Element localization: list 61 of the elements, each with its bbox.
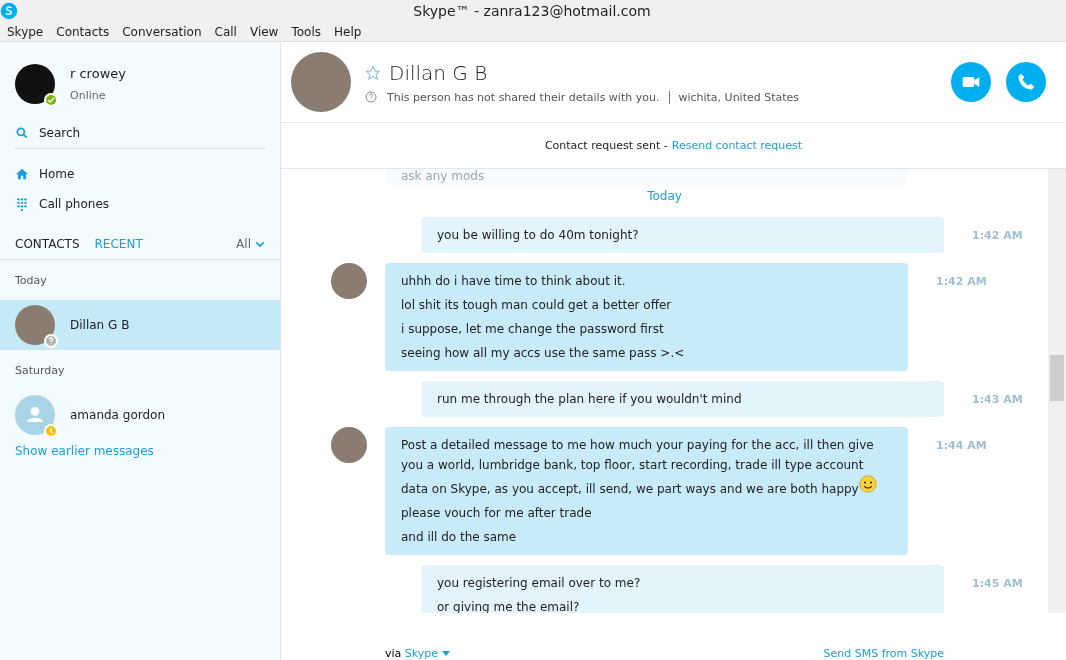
- menu-item[interactable]: View: [249, 24, 279, 39]
- message-time: 1:45 AM: [972, 577, 1023, 590]
- caret-icon: [441, 651, 450, 657]
- search-item[interactable]: Search: [0, 118, 280, 148]
- tab[interactable]: CONTACTS: [15, 237, 80, 251]
- message-text: you registering email over to me?: [437, 575, 641, 592]
- message-text: uhhh do i have time to think about it.: [401, 273, 626, 290]
- scrollbar[interactable]: [1048, 169, 1066, 613]
- skype-logo-icon: [0, 2, 18, 20]
- request-status: Contact request sent -: [544, 139, 668, 152]
- video-call-button[interactable]: [951, 62, 991, 102]
- phone-icon: [1016, 72, 1036, 92]
- message-text: and ill do the same: [401, 529, 517, 546]
- contact-row[interactable]: Dillan G B: [0, 300, 280, 350]
- star-icon: [365, 64, 381, 81]
- nav-item[interactable]: Call phones: [0, 189, 280, 219]
- message-time: 1:42 AM: [936, 275, 987, 288]
- sender-photo-placeholder: [331, 427, 367, 463]
- message-time: 1:44 AM: [936, 439, 987, 452]
- smiley-icon: [858, 475, 877, 493]
- message-text: i suppose, let me change the password first: [401, 321, 664, 338]
- contact-name: amanda gordon: [70, 408, 166, 422]
- contact-details: This person has not shared their details with you.: [387, 90, 660, 104]
- contact-name: Dillan G B: [70, 318, 130, 332]
- menu-item[interactable]: Call: [214, 24, 237, 39]
- online-status-icon: [44, 93, 58, 107]
- faded-message: ask any mods: [386, 169, 906, 185]
- message-time: 1:43 AM: [972, 393, 1023, 406]
- day-label: Today: [647, 189, 682, 203]
- window-title: Skype™ - zanra123@hotmail.com: [412, 3, 652, 19]
- message-text: lol shit its tough man could get a better offer: [401, 297, 672, 314]
- menu-item[interactable]: Tools: [291, 24, 321, 39]
- menu-item[interactable]: Contacts: [56, 24, 110, 39]
- person-icon: [26, 407, 44, 422]
- message-text: seeing how all my accs use the same pass >.<: [401, 345, 685, 362]
- home-icon: [15, 167, 29, 181]
- profile-status[interactable]: Online: [70, 89, 126, 102]
- contact-row[interactable]: amanda gordon: [0, 390, 280, 440]
- menu-item[interactable]: Help: [334, 24, 362, 39]
- dialpad-icon: [15, 197, 29, 211]
- message-time: 1:42 AM: [972, 229, 1023, 242]
- message-text: run me through the plan here if you wouldn't mind: [437, 391, 742, 408]
- help-icon: [365, 91, 377, 103]
- sender-photo-placeholder: [331, 263, 367, 299]
- contact-photo-placeholder: [291, 52, 351, 112]
- message-text: or giving me the email?: [437, 599, 580, 613]
- search-icon: [15, 126, 29, 140]
- menu-item[interactable]: Conversation: [122, 24, 202, 39]
- message-text: you be willing to do 40m tonight?: [437, 227, 639, 244]
- filter-dropdown[interactable]: All: [236, 237, 265, 251]
- group-heading: Saturday: [14, 362, 66, 379]
- contact-name: Dillan G B: [389, 60, 488, 85]
- group-heading: Today: [14, 272, 48, 289]
- profile-name: r crowey: [70, 66, 126, 81]
- chevron-down-icon: [255, 239, 265, 249]
- via-label: via: [385, 647, 403, 660]
- contact-location: wichita, United States: [669, 90, 800, 104]
- call-button[interactable]: [1006, 62, 1046, 102]
- menu-item[interactable]: Skype: [7, 24, 44, 39]
- message-text: please vouch for me after trade: [401, 505, 592, 522]
- nav-item[interactable]: Home: [0, 159, 280, 189]
